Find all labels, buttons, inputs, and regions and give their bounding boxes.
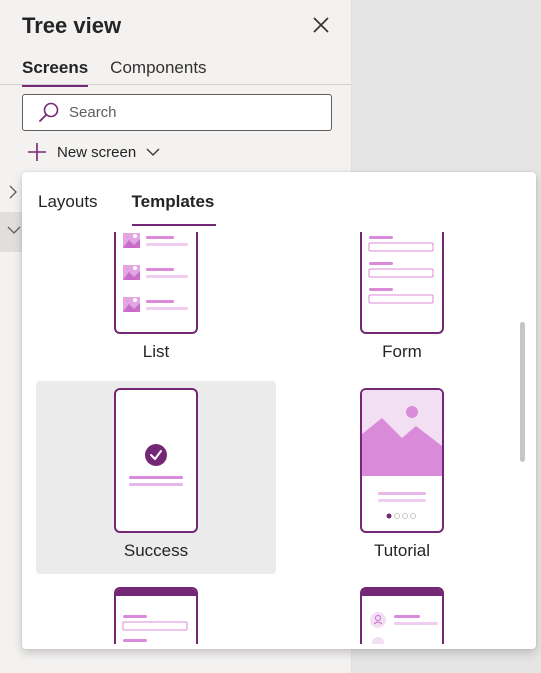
- tab-layouts[interactable]: Layouts: [38, 192, 98, 226]
- form-template-icon: [114, 587, 198, 644]
- tutorial-template-icon: [360, 388, 444, 533]
- template-card-partial[interactable]: [36, 587, 276, 644]
- search-icon: [39, 102, 59, 122]
- close-button[interactable]: [309, 13, 333, 37]
- chevron-down-icon: [146, 148, 160, 156]
- template-label: Form: [382, 342, 422, 361]
- tree-node-collapsed[interactable]: [0, 178, 22, 206]
- search-input[interactable]: [69, 104, 299, 121]
- template-label: Success: [123, 541, 189, 560]
- templates-grid: List Form Success Tutorial: [22, 232, 536, 644]
- tree-tabs: Screens Components: [22, 58, 207, 87]
- flyout-tabs: Layouts Templates: [38, 192, 217, 226]
- form-template-icon: [360, 232, 444, 334]
- tree-view-title: Tree view: [22, 13, 122, 38]
- tab-templates[interactable]: Templates: [131, 192, 217, 226]
- template-card-list[interactable]: List: [36, 232, 276, 372]
- new-screen-label: New screen: [57, 143, 137, 161]
- template-card-form[interactable]: Form: [282, 232, 522, 372]
- template-card-success[interactable]: Success: [36, 381, 276, 574]
- tab-screens[interactable]: Screens: [22, 58, 89, 87]
- template-card-partial[interactable]: [282, 587, 522, 644]
- tabs-divider: [0, 84, 351, 85]
- success-template-icon: [114, 388, 198, 533]
- tab-components[interactable]: Components: [110, 58, 206, 86]
- scrollbar-thumb[interactable]: [520, 322, 525, 462]
- template-card-tutorial[interactable]: Tutorial: [282, 381, 522, 574]
- chevron-right-icon: [9, 185, 17, 199]
- search-box[interactable]: [22, 94, 332, 131]
- contact-template-icon: [360, 587, 444, 644]
- plus-icon: [28, 143, 46, 161]
- template-label: List: [142, 342, 170, 361]
- close-icon: [313, 17, 329, 33]
- new-screen-button[interactable]: New screen: [26, 141, 161, 163]
- new-screen-flyout: Layouts Templates List Form Success Tuto…: [22, 172, 536, 649]
- template-label: Tutorial: [373, 541, 431, 560]
- chevron-down-icon: [7, 226, 21, 234]
- list-template-icon: [114, 232, 198, 334]
